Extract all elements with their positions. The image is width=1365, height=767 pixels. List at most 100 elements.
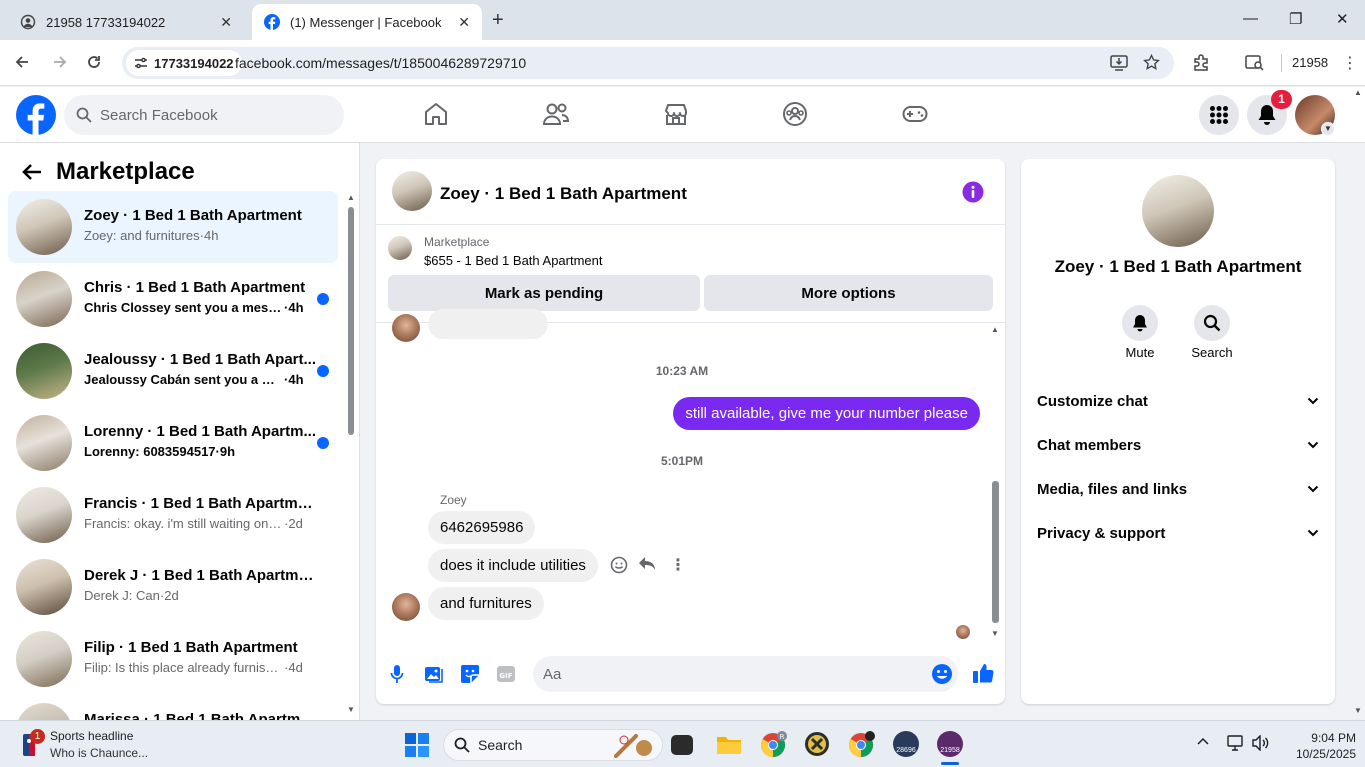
chat-header: Zoey · 1 Bed 1 Bath Apartment	[376, 159, 1005, 225]
incoming-message[interactable]: 6462695986	[428, 511, 536, 544]
photo-icon[interactable]	[424, 664, 444, 684]
close-tab-icon[interactable]: ✕	[458, 14, 470, 31]
like-thumbs-up-icon[interactable]	[972, 662, 994, 684]
url-text[interactable]: facebook.com/messages/t/1850046289729710	[235, 55, 526, 71]
more-actions-icon[interactable]: ⋮	[670, 555, 686, 575]
chevron-down-icon	[1307, 441, 1319, 449]
mark-pending-button[interactable]: Mark as pending	[388, 275, 700, 311]
forward-icon[interactable]	[52, 54, 68, 70]
menu-grid-button[interactable]	[1199, 95, 1239, 135]
network-icon[interactable]	[1227, 735, 1245, 751]
listing-price[interactable]: $655 - 1 Bed 1 Bath Apartment	[424, 253, 603, 268]
conversation-item[interactable]: Derek J · 1 Bed 1 Bath Apartment Derek J:…	[8, 551, 338, 623]
profile-name[interactable]: 21958	[1292, 55, 1328, 70]
windows-taskbar: 1 Sports headline Who is Chaunce... Sear…	[0, 720, 1365, 767]
section-media-files-links[interactable]: Media, files and links	[1037, 467, 1319, 511]
conversation-item[interactable]: Zoey · 1 Bed 1 Bath Apartment Zoey: and f…	[8, 191, 338, 263]
conversation-name: Lorenny · 1 Bed 1 Bath Apartm...	[84, 423, 316, 440]
outgoing-message[interactable]: still available, give me your number ple…	[673, 397, 980, 430]
gaming-icon[interactable]	[902, 101, 928, 127]
home-icon[interactable]	[423, 101, 449, 127]
install-app-icon[interactable]	[1110, 55, 1128, 71]
extensions-icon[interactable]	[1192, 53, 1211, 72]
mute-button[interactable]	[1122, 305, 1158, 341]
sender-name: Zoey	[440, 493, 467, 507]
microphone-icon[interactable]	[390, 664, 404, 684]
site-info-chip[interactable]: 17733194022	[126, 50, 242, 76]
conversation-item[interactable]: Chris · 1 Bed 1 Bath Apartment Chris Clos…	[8, 263, 338, 335]
listing-thumbnail[interactable]	[388, 236, 412, 260]
maximize-icon[interactable]: ❐	[1289, 10, 1302, 28]
system-clock[interactable]: 9:04 PM 10/25/2025	[1292, 730, 1356, 762]
more-options-button[interactable]: More options	[704, 275, 993, 311]
listing-label: Marketplace	[424, 235, 490, 249]
sidebar-scrollbar[interactable]: ▲ ▼	[346, 193, 356, 720]
preview-time: 2d	[164, 588, 179, 603]
sticker-icon[interactable]	[460, 664, 480, 684]
chat-scrollbar[interactable]: ▲ ▼	[989, 325, 1001, 641]
volume-icon[interactable]	[1252, 735, 1270, 751]
react-emoji-icon[interactable]	[610, 556, 628, 574]
chat-avatar[interactable]	[392, 171, 432, 211]
info-icon[interactable]	[962, 181, 984, 203]
page-scrollbar[interactable]: ▲ ▼	[1352, 88, 1365, 720]
marketplace-icon[interactable]	[663, 101, 689, 127]
back-icon[interactable]	[14, 54, 30, 70]
conversation-thumbnail	[16, 703, 72, 720]
new-tab-icon[interactable]: +	[492, 9, 504, 32]
close-tab-icon[interactable]: ✕	[220, 14, 232, 31]
app-28696-icon[interactable]: 28696	[893, 731, 919, 757]
conversation-item[interactable]: Jealoussy · 1 Bed 1 Bath Apart... Jealous…	[8, 335, 338, 407]
file-explorer-icon[interactable]	[716, 731, 742, 757]
minimize-icon[interactable]: —	[1243, 10, 1258, 27]
news-headline-title[interactable]: Sports headline	[50, 729, 133, 743]
incoming-message[interactable]: and furnitures	[428, 587, 544, 620]
facebook-logo-icon[interactable]	[16, 95, 56, 135]
incoming-message[interactable]: does it include utilities	[428, 549, 598, 582]
chrome-profile-r-icon[interactable]: R	[760, 731, 787, 757]
search-icon	[454, 737, 470, 753]
clock-time: 9:04 PM	[1311, 731, 1356, 745]
section-chat-members[interactable]: Chat members	[1037, 423, 1319, 467]
groups-icon[interactable]	[782, 101, 808, 127]
chevron-down-icon	[1307, 397, 1319, 405]
chevron-down-icon[interactable]: ▼	[1321, 122, 1335, 136]
tab-search-icon[interactable]	[1245, 54, 1265, 72]
emoji-icon[interactable]	[931, 663, 953, 685]
friends-icon[interactable]	[542, 101, 570, 127]
gif-icon[interactable]: GIF	[496, 664, 516, 684]
windows-start-icon[interactable]	[405, 733, 429, 757]
app-x-icon[interactable]	[804, 731, 830, 757]
search-conversation-button[interactable]	[1194, 305, 1230, 341]
conversation-avatar-large[interactable]	[1142, 175, 1214, 247]
reload-icon[interactable]	[86, 54, 102, 70]
preview-time: 9h	[219, 444, 236, 459]
section-privacy-support[interactable]: Privacy & support	[1037, 511, 1319, 555]
bookmark-star-icon[interactable]	[1143, 54, 1160, 71]
show-hidden-icons-chevron-icon[interactable]	[1197, 737, 1209, 745]
back-arrow-icon[interactable]	[22, 163, 42, 181]
address-bar[interactable]: 17733194022 facebook.com/messages/t/1850…	[122, 47, 1174, 79]
tab-inactive[interactable]: 21958 17733194022 ✕	[8, 4, 244, 40]
task-view-icon[interactable]	[671, 735, 693, 755]
chrome-icon[interactable]	[848, 731, 875, 757]
message-input[interactable]: Aa	[533, 656, 958, 692]
section-customize-chat[interactable]: Customize chat	[1037, 379, 1319, 423]
reply-icon[interactable]	[638, 556, 656, 572]
conversation-item[interactable]: Filip · 1 Bed 1 Bath Apartment Filip: Is …	[8, 623, 338, 695]
close-window-icon[interactable]: ✕	[1336, 10, 1349, 28]
facebook-search-input[interactable]: Search Facebook	[64, 95, 344, 135]
tab-active[interactable]: (1) Messenger | Facebook ✕	[252, 4, 482, 40]
chat-title[interactable]: Zoey · 1 Bed 1 Bath Apartment	[440, 184, 687, 204]
news-headline-desc[interactable]: Who is Chaunce...	[50, 746, 148, 760]
conversation-item[interactable]: Marissa · 1 Bed 1 Bath Apartm...	[8, 695, 338, 720]
taskbar-search[interactable]: Search	[443, 729, 663, 761]
conversation-item[interactable]: Francis · 1 Bed 1 Bath Apartment Francis:…	[8, 479, 338, 551]
browser-toolbar: 17733194022 facebook.com/messages/t/1850…	[0, 40, 1365, 86]
news-badge: 1	[30, 729, 45, 744]
unread-dot	[317, 293, 329, 305]
menu-kebab-icon[interactable]: ⋮	[1342, 53, 1358, 73]
app-21958-icon[interactable]: 21958	[937, 731, 963, 757]
conversation-item[interactable]: Lorenny · 1 Bed 1 Bath Apartm... Lorenny:…	[8, 407, 338, 479]
facebook-icon	[264, 14, 280, 30]
